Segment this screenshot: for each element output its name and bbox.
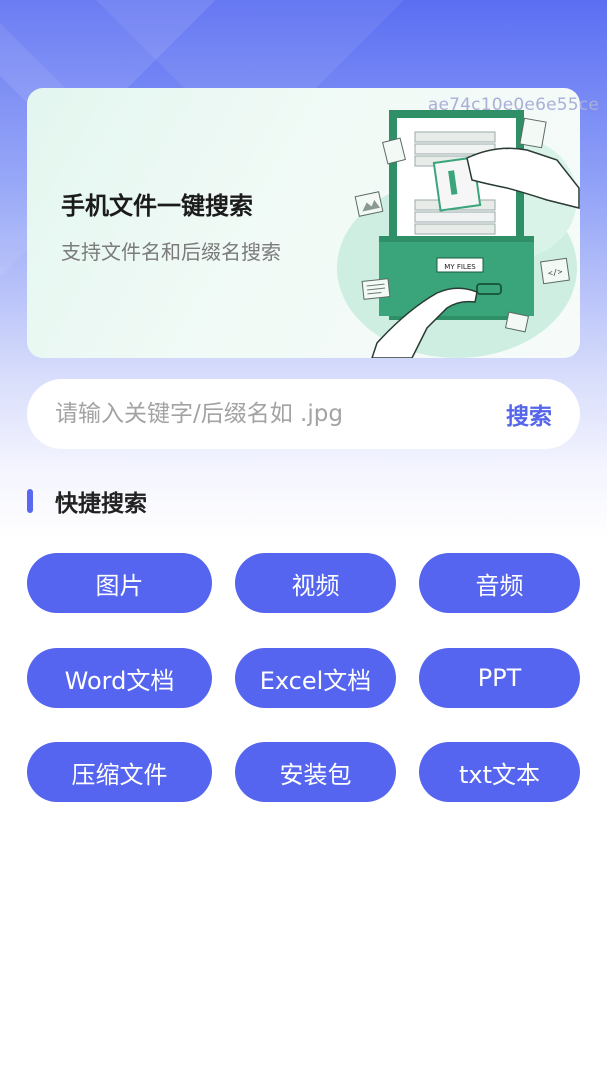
search-bar: 搜索 <box>27 379 580 449</box>
quick-search-word[interactable]: Word文档 <box>27 648 212 708</box>
search-button[interactable]: 搜索 <box>506 397 552 431</box>
quick-search-excel[interactable]: Excel文档 <box>235 648 396 708</box>
hero-banner: 手机文件一键搜索 支持文件名和后缀名搜索 MY FILES </> <box>27 88 580 358</box>
quick-search-header: 快捷搜索 <box>27 486 147 517</box>
section-accent-bar <box>27 489 33 513</box>
file-cabinet-illustration: MY FILES </> <box>337 110 580 358</box>
quick-search-audio[interactable]: 音频 <box>419 553 580 613</box>
chip-label: PPT <box>477 664 522 692</box>
banner-title: 手机文件一键搜索 <box>61 192 253 220</box>
chip-label: Word文档 <box>64 666 175 695</box>
quick-search-ppt[interactable]: PPT <box>419 648 580 708</box>
quick-search-title: 快捷搜索 <box>55 491 147 517</box>
chip-label: Excel文档 <box>259 666 372 695</box>
quick-search-apk[interactable]: 安装包 <box>235 742 396 802</box>
search-input[interactable] <box>55 401 475 427</box>
banner-subtitle: 支持文件名和后缀名搜索 <box>61 240 281 264</box>
chip-label: 压缩文件 <box>71 760 168 789</box>
app-screen: 手机文件一键搜索 支持文件名和后缀名搜索 MY FILES </> ae74c1… <box>0 0 607 1080</box>
chip-label: 安装包 <box>279 760 352 789</box>
quick-search-images[interactable]: 图片 <box>27 553 212 613</box>
drawer-label: MY FILES <box>444 263 476 271</box>
chip-label: 视频 <box>291 571 340 600</box>
quick-search-txt[interactable]: txt文本 <box>419 742 580 802</box>
chip-label: 图片 <box>95 571 144 600</box>
chip-label: 音频 <box>475 571 524 600</box>
chip-label: txt文本 <box>458 760 541 789</box>
quick-search-archives[interactable]: 压缩文件 <box>27 742 212 802</box>
device-id-text: ae74c10e0e6e55ce <box>427 95 599 115</box>
quick-search-videos[interactable]: 视频 <box>235 553 396 613</box>
